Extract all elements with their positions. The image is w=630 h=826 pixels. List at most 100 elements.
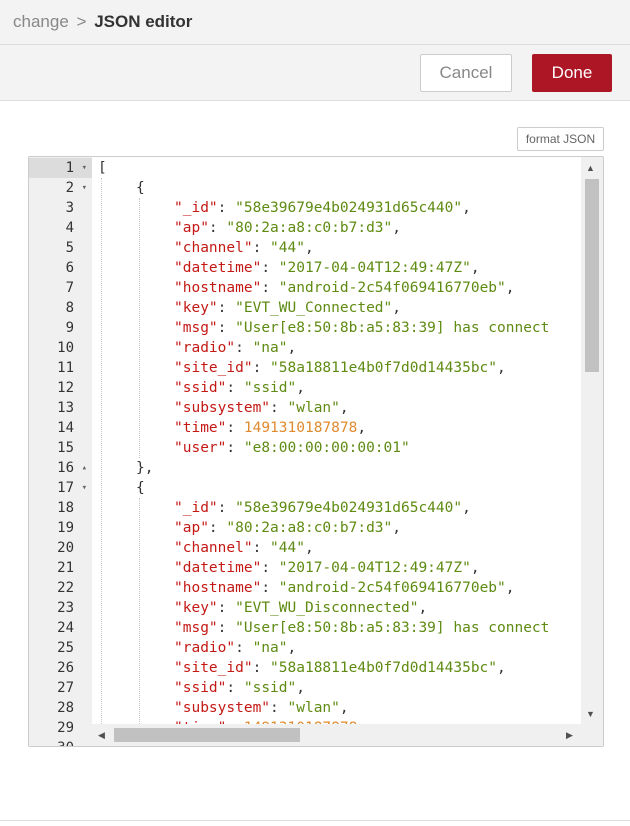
code-line: { xyxy=(136,178,145,198)
done-button[interactable]: Done xyxy=(532,54,612,92)
json-key: "channel" xyxy=(174,240,253,256)
json-key: "radio" xyxy=(174,640,236,656)
json-string-value: "44" xyxy=(270,540,305,556)
json-punctuation: : xyxy=(252,240,271,256)
json-key: "msg" xyxy=(174,620,218,636)
json-key: "_id" xyxy=(174,200,218,216)
line-number-text: 15 xyxy=(57,440,74,456)
format-json-button[interactable]: format JSON xyxy=(517,127,604,151)
json-string-value: "wlan" xyxy=(287,400,340,416)
line-number-gutter: 1 ▾ 2 ▾ 3 4 5 6 7 8 9 10 11 12 13 14 15 16 ▴ 17 ▾ 18 19 20 21 22 2… xyxy=(29,157,92,746)
indent-guide xyxy=(139,198,140,458)
json-string-value: "wlan" xyxy=(287,700,340,716)
json-string-value: "58a18811e4b0f7d0d14435bc" xyxy=(270,660,498,676)
json-punctuation: , xyxy=(392,220,401,236)
code-line: "key": "EVT_WU_Connected", xyxy=(174,298,401,318)
line-number: 22 xyxy=(29,578,92,598)
line-number: 14 xyxy=(29,418,92,438)
json-code-editor[interactable]: 1 ▾ 2 ▾ 3 4 5 6 7 8 9 10 11 12 13 14 15 16 ▴ 17 ▾ 18 19 20 21 22 2… xyxy=(28,156,604,747)
json-punctuation: : xyxy=(208,520,227,536)
json-punctuation: , xyxy=(462,500,471,516)
json-punctuation: : xyxy=(261,560,279,576)
json-punctuation: , xyxy=(497,360,506,376)
json-number-value: 1491310187878 xyxy=(243,420,358,436)
scroll-right-arrow-icon[interactable]: ▶ xyxy=(566,729,573,741)
json-key: "msg" xyxy=(174,320,218,336)
vertical-scrollbar[interactable]: ▲ ▼ xyxy=(581,157,603,724)
json-punctuation: , xyxy=(497,660,506,676)
json-string-value: "na" xyxy=(252,640,288,656)
line-number-text: 27 xyxy=(57,680,74,696)
code-line: "channel": "44", xyxy=(174,538,314,558)
cancel-button[interactable]: Cancel xyxy=(420,54,512,92)
scroll-down-arrow-icon[interactable]: ▼ xyxy=(586,709,595,719)
horizontal-scroll-thumb[interactable] xyxy=(114,728,300,742)
fold-collapse-icon[interactable]: ▾ xyxy=(82,158,87,178)
horizontal-scrollbar[interactable]: ◀ ▶ xyxy=(92,724,581,746)
fold-expand-icon[interactable]: ▴ xyxy=(82,458,87,478)
json-punctuation: : xyxy=(252,360,271,376)
line-number-text: 28 xyxy=(57,700,74,716)
line-number: 18 xyxy=(29,498,92,518)
code-line: "hostname": "android-2c54f069416770eb", xyxy=(174,578,515,598)
code-line: "ap": "80:2a:a8:c0:b7:d3", xyxy=(174,218,401,238)
line-number-text: 2 xyxy=(65,180,74,196)
line-number: 16 ▴ xyxy=(29,458,92,478)
json-punctuation: : xyxy=(226,380,244,396)
json-punctuation: , xyxy=(287,340,297,356)
json-punctuation: : xyxy=(226,680,244,696)
json-key: "channel" xyxy=(174,540,253,556)
json-punctuation: : xyxy=(252,540,271,556)
json-punctuation: : xyxy=(261,260,279,276)
line-number-text: 25 xyxy=(57,640,74,656)
scroll-left-arrow-icon[interactable]: ◀ xyxy=(98,729,105,741)
line-number: 1 ▾ xyxy=(29,158,92,178)
json-string-value: "na" xyxy=(252,340,288,356)
json-punctuation: { xyxy=(136,180,145,196)
scroll-up-arrow-icon[interactable]: ▲ xyxy=(586,163,595,173)
fold-collapse-icon[interactable]: ▾ xyxy=(82,478,87,498)
json-string-value: "2017-04-04T12:49:47Z" xyxy=(278,560,471,576)
fold-collapse-icon[interactable]: ▾ xyxy=(82,178,87,198)
json-punctuation: , xyxy=(287,640,297,656)
code-line: "radio": "na", xyxy=(174,638,296,658)
code-line: "site_id": "58a18811e4b0f7d0d14435bc", xyxy=(174,658,506,678)
json-string-value: "58a18811e4b0f7d0d14435bc" xyxy=(270,360,498,376)
json-key: "hostname" xyxy=(174,580,262,596)
json-punctuation: , xyxy=(304,540,314,556)
line-number: 30 xyxy=(29,738,92,746)
json-punctuation: , xyxy=(470,260,480,276)
json-punctuation: : xyxy=(226,420,244,436)
json-string-value: "User[e8:50:8b:a5:83:39] has connect xyxy=(235,620,550,636)
json-key: "_id" xyxy=(174,500,218,516)
json-key: "subsystem" xyxy=(174,400,271,416)
json-punctuation: : xyxy=(235,640,253,656)
json-punctuation: : xyxy=(217,200,236,216)
code-line: { xyxy=(136,478,145,498)
scrollbar-corner xyxy=(581,724,603,746)
code-line: "msg": "User[e8:50:8b:a5:83:39] has conn… xyxy=(174,618,549,638)
json-string-value: "EVT_WU_Disconnected" xyxy=(235,600,419,616)
json-string-value: "ssid" xyxy=(243,680,297,696)
breadcrumb-parent[interactable]: change xyxy=(13,12,69,31)
json-punctuation: : xyxy=(270,700,288,716)
vertical-scroll-thumb[interactable] xyxy=(585,179,599,372)
json-punctuation: : xyxy=(261,280,279,296)
json-key: "datetime" xyxy=(174,560,262,576)
json-punctuation: , xyxy=(339,700,349,716)
breadcrumb: change > JSON editor xyxy=(13,11,192,33)
line-number: 20 xyxy=(29,538,92,558)
code-text-area[interactable]: [{"_id": "58e39679e4b024931d65c440", "ap"… xyxy=(92,157,581,724)
json-punctuation: , xyxy=(296,380,305,396)
line-number: 9 xyxy=(29,318,92,338)
json-punctuation: , xyxy=(470,560,480,576)
json-punctuation: : xyxy=(217,600,236,616)
json-key: "datetime" xyxy=(174,260,262,276)
json-string-value: "2017-04-04T12:49:47Z" xyxy=(278,260,471,276)
json-punctuation: : xyxy=(261,580,279,596)
json-punctuation: : xyxy=(217,300,236,316)
line-number-text: 7 xyxy=(65,280,74,296)
line-number: 5 xyxy=(29,238,92,258)
code-line: "channel": "44", xyxy=(174,238,314,258)
json-key: "hostname" xyxy=(174,280,262,296)
